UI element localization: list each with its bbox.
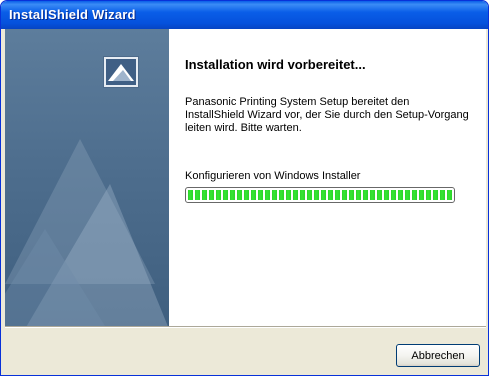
description-text: Panasonic Printing System Setup bereitet…	[185, 96, 469, 134]
cancel-button[interactable]: Abbrechen	[396, 344, 480, 367]
installshield-logo-icon	[103, 56, 139, 88]
installshield-wizard-window: InstallShield Wizard Installation wird v…	[0, 0, 489, 376]
page-heading: Installation wird vorbereitet...	[185, 57, 366, 72]
progress-bar	[185, 187, 455, 203]
title-bar[interactable]: InstallShield Wizard	[1, 1, 488, 29]
progress-fill	[188, 190, 452, 200]
status-text: Konfigurieren von Windows Installer	[185, 170, 361, 182]
side-panel-graphic	[5, 29, 169, 326]
footer-separator	[5, 326, 486, 328]
window-title: InstallShield Wizard	[9, 7, 136, 22]
side-panel-decoration	[5, 139, 168, 326]
